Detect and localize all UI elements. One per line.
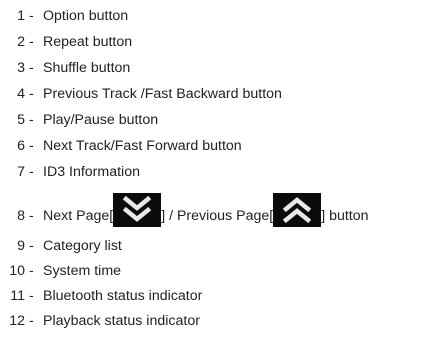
item-separator: - <box>29 313 34 329</box>
list-item: 10 - System time <box>0 260 438 282</box>
list-item: 2 - Repeat button <box>0 31 438 53</box>
item-separator: - <box>29 8 34 24</box>
item-label: ID3 Information <box>43 164 140 180</box>
item-number: 4 <box>17 86 25 102</box>
item-number: 10 <box>9 263 25 279</box>
item-separator: - <box>29 164 34 180</box>
item-label: Bluetooth status indicator <box>43 288 203 304</box>
item-separator: - <box>29 34 34 50</box>
item-number: 5 <box>17 112 25 128</box>
list-item: 12 - Playback status indicator <box>0 310 438 332</box>
list-item: 6 - Next Track/Fast Forward button <box>0 135 438 157</box>
item-separator: - <box>29 263 34 279</box>
item-number: 3 <box>17 60 25 76</box>
next-page-label: Next Page[ <box>43 208 114 224</box>
button-label: ] button <box>321 208 369 224</box>
item-separator: - <box>29 288 34 304</box>
double-chevron-up-icon <box>273 193 322 227</box>
item-separator: - <box>29 208 34 224</box>
item-separator: - <box>29 60 34 76</box>
item-label: Next Page[ ] / Previous Page[ ] button <box>43 193 369 227</box>
item-separator: - <box>29 138 34 154</box>
previous-page-label: ] / Previous Page[ <box>161 208 274 224</box>
list-item: 11 - Bluetooth status indicator <box>0 285 438 307</box>
item-number: 12 <box>9 313 25 329</box>
item-label: System time <box>43 263 122 279</box>
item-label: Playback status indicator <box>43 313 200 329</box>
double-chevron-down-icon <box>113 193 162 227</box>
item-separator: - <box>29 86 34 102</box>
item-number: 8 <box>17 208 25 224</box>
list-item: 8 - Next Page[ ] / Previous Page[ ] butt… <box>0 193 438 227</box>
item-label: Option button <box>43 8 129 24</box>
item-separator: - <box>29 238 34 254</box>
list-item: 5 - Play/Pause button <box>0 109 438 131</box>
item-number: 1 <box>17 8 25 24</box>
item-number: 9 <box>17 238 25 254</box>
item-number: 11 <box>10 288 25 304</box>
item-label: Previous Track /Fast Backward button <box>43 86 282 102</box>
item-number: 6 <box>17 138 25 154</box>
item-label: Shuffle button <box>43 60 131 76</box>
list-item: 9 - Category list <box>0 235 438 257</box>
item-label: Play/Pause button <box>43 112 159 128</box>
item-label: Category list <box>43 238 122 254</box>
list-item: 7 - ID3 Information <box>0 161 438 183</box>
legend-list: 1 - Option button 2 - Repeat button 3 - … <box>0 0 438 341</box>
item-number: 7 <box>17 164 25 180</box>
item-label: Repeat button <box>43 34 133 50</box>
list-item: 1 - Option button <box>0 5 438 27</box>
item-number: 2 <box>17 34 25 50</box>
list-item: 3 - Shuffle button <box>0 57 438 79</box>
item-separator: - <box>29 112 34 128</box>
item-label: Next Track/Fast Forward button <box>43 138 242 154</box>
list-item: 4 - Previous Track /Fast Backward button <box>0 83 438 105</box>
